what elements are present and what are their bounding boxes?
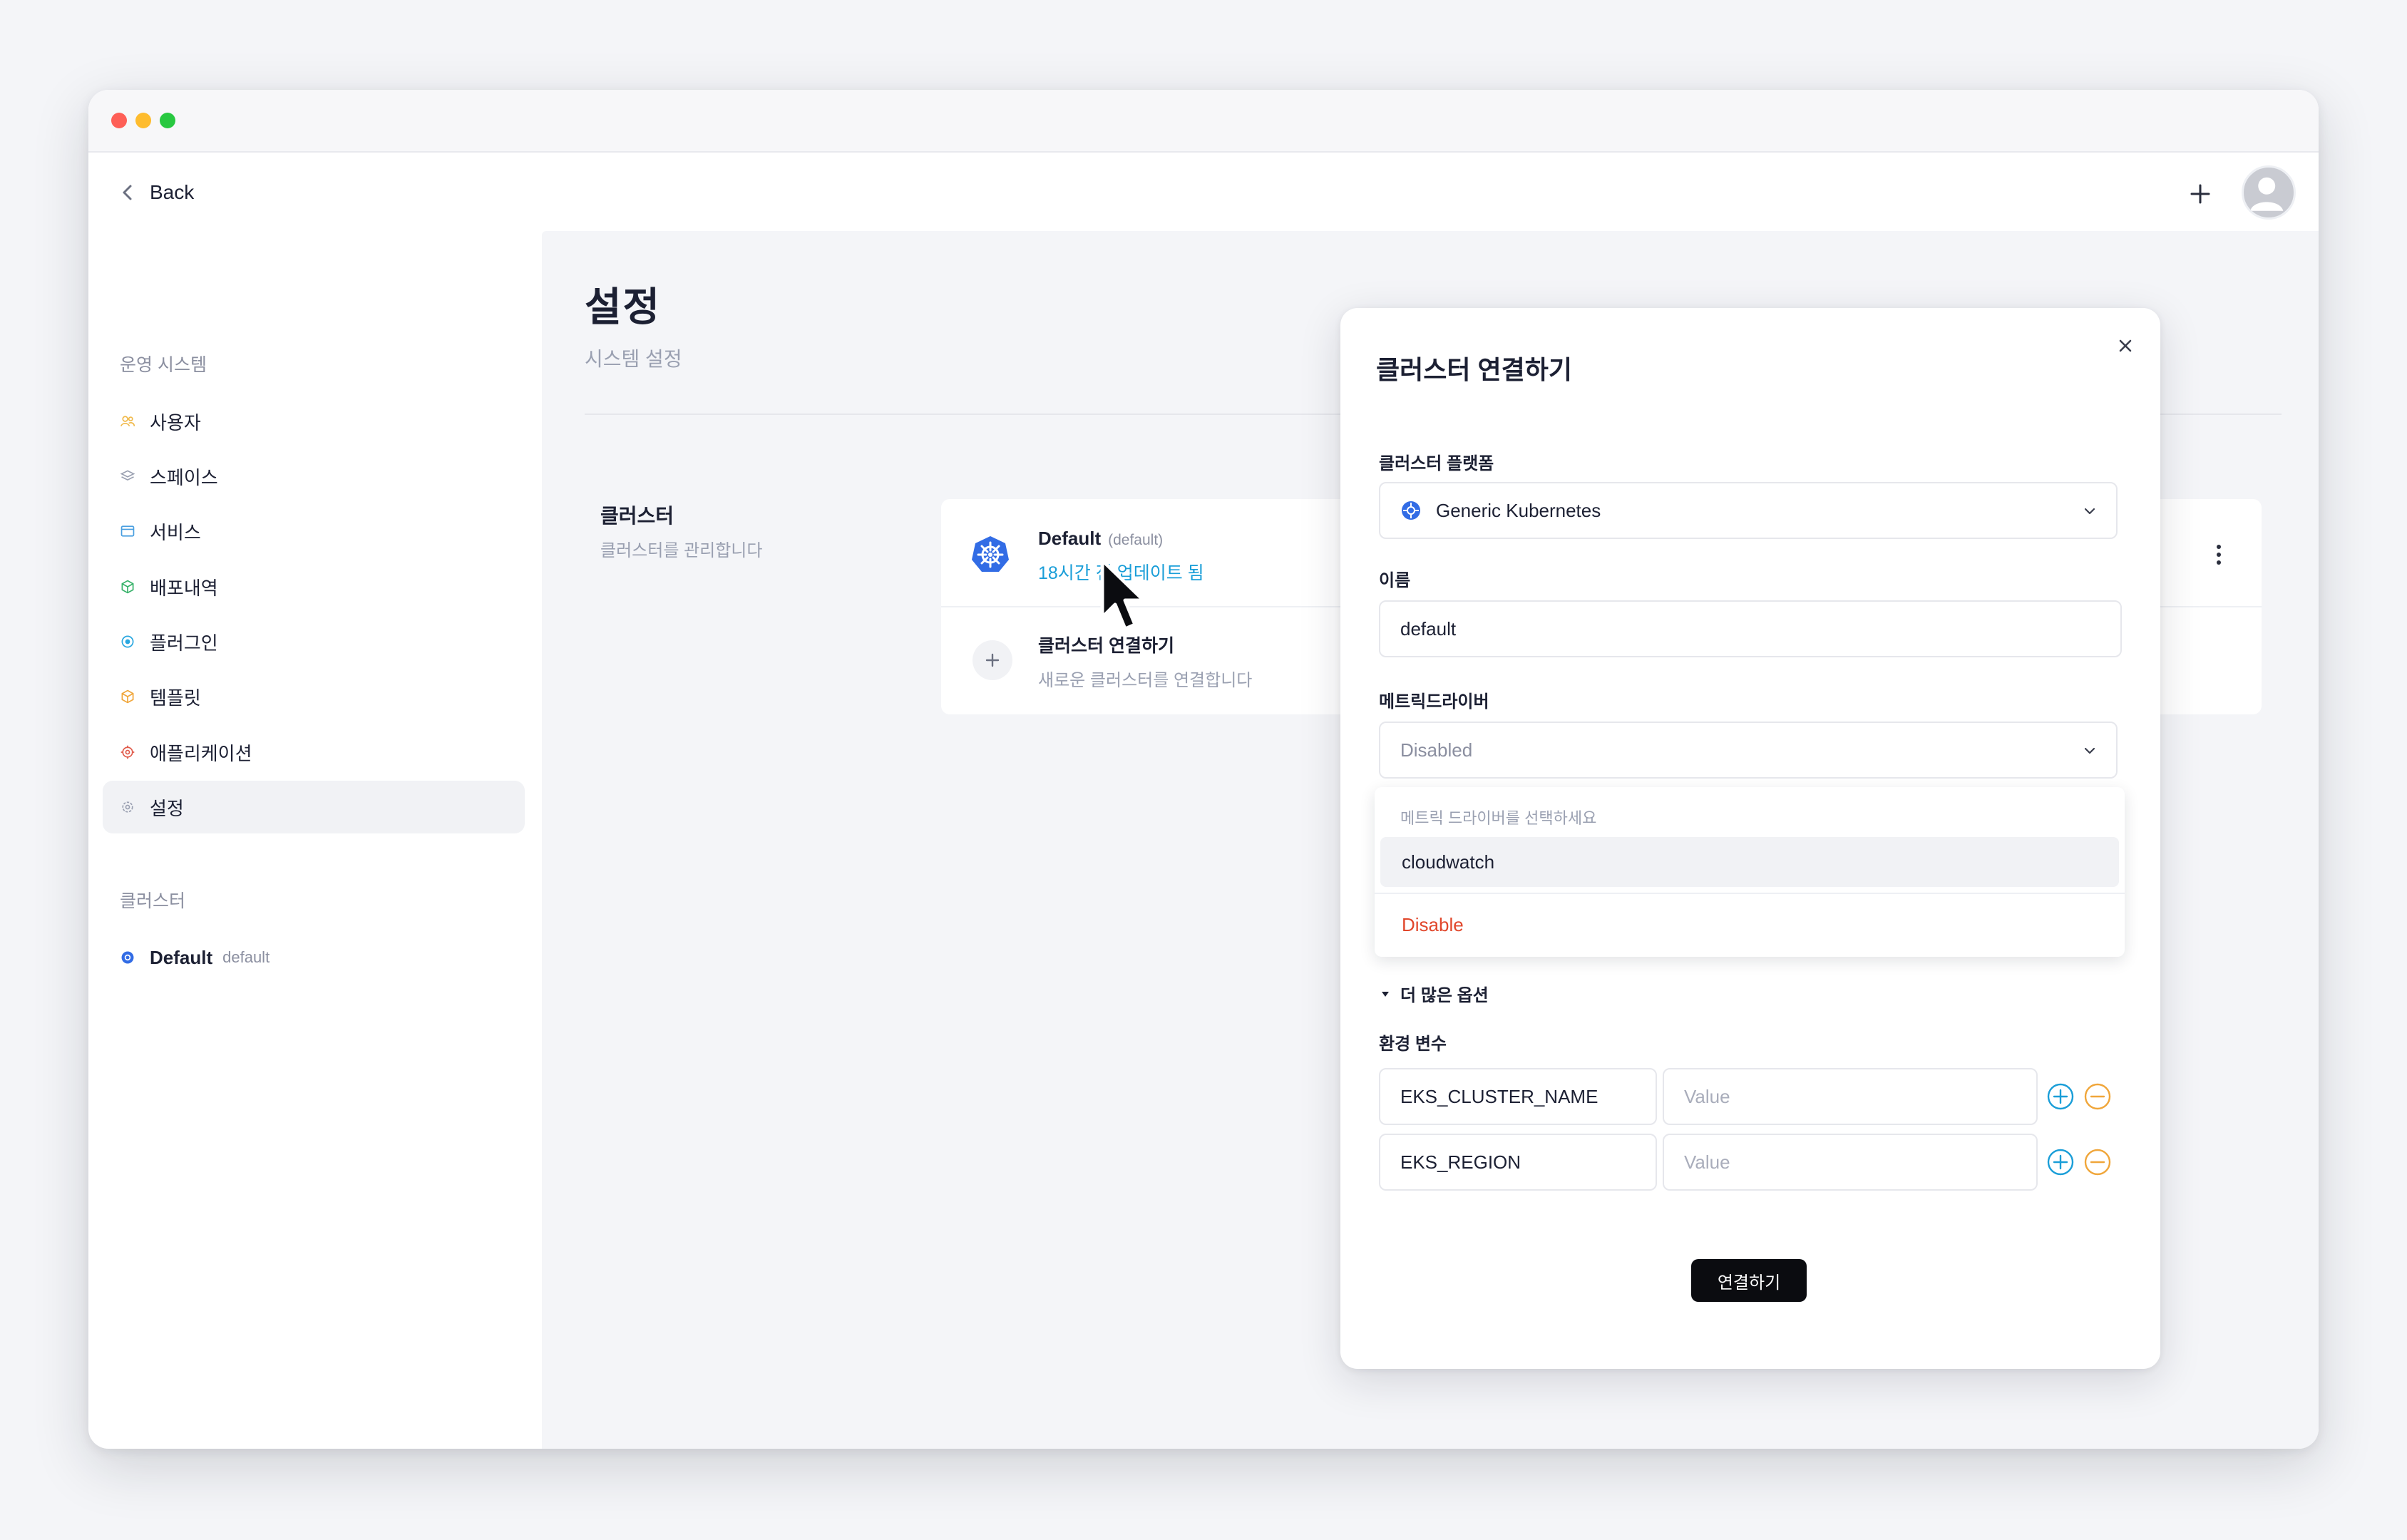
user-avatar-icon [2250, 177, 2284, 211]
sidebar-item-label: 템플릿 [150, 687, 201, 709]
dropdown-divider [1375, 893, 2125, 894]
users-icon [118, 412, 137, 431]
sidebar-item-label: Default [150, 946, 213, 968]
section-title: 클러스터 [600, 505, 674, 527]
minimize-window-button[interactable] [135, 113, 151, 128]
sidebar-item-label: 스페이스 [150, 466, 218, 488]
back-label: Back [150, 181, 195, 203]
window-icon [118, 522, 137, 540]
connect-cluster-modal: 클러스터 연결하기 클러스터 플랫폼 Generic Kubernetes 이름… [1340, 308, 2160, 1369]
name-label: 이름 [1379, 571, 1411, 590]
metric-driver-select[interactable]: Disabled [1379, 722, 2118, 779]
sidebar-section-system: 운영 시스템 [120, 355, 207, 375]
caret-down-icon [1382, 991, 1389, 997]
remove-circle-icon[interactable] [2083, 1148, 2112, 1176]
plus-icon [985, 653, 1000, 667]
connect-button[interactable]: 연결하기 [1691, 1259, 1807, 1302]
sidebar-item-sublabel: default [222, 948, 270, 966]
sidebar-item-cluster-default[interactable]: Default default [103, 931, 525, 984]
sidebar-item-services[interactable]: 서비스 [103, 505, 525, 558]
kubernetes-icon [118, 948, 137, 967]
sidebar-item-label: 서비스 [150, 521, 201, 543]
kubernetes-icon [1402, 501, 1420, 520]
sidebar-section-cluster: 클러스터 [120, 891, 186, 911]
env-key-field[interactable]: EKS_REGION [1379, 1134, 1657, 1191]
platform-value: Generic Kubernetes [1436, 499, 1601, 521]
sidebar-item-users[interactable]: 사용자 [103, 395, 525, 448]
sidebar-item-settings[interactable]: 설정 [103, 781, 525, 833]
cluster-name-text: Default [1038, 528, 1102, 549]
page-subtitle: 시스템 설정 [585, 348, 682, 370]
add-circle-icon[interactable] [2046, 1082, 2075, 1111]
avatar[interactable] [2242, 165, 2296, 220]
env-value-input[interactable] [1663, 1068, 2038, 1125]
more-options-toggle[interactable]: 더 많은 옵션 [1380, 981, 1489, 1006]
env-vars-label: 환경 변수 [1379, 1035, 1447, 1054]
name-value: default [1400, 617, 1457, 640]
more-options-label: 더 많은 옵션 [1400, 986, 1489, 1005]
chevron-down-icon [2084, 747, 2095, 754]
metric-driver-value: Disabled [1400, 739, 1473, 761]
layers-icon [118, 467, 137, 486]
modal-title: 클러스터 연결하기 [1376, 355, 1572, 384]
back-button[interactable]: Back [118, 181, 194, 204]
cluster-name: Default (default) [1038, 528, 1163, 550]
chevron-down-icon [2084, 508, 2095, 515]
metric-driver-label: 메트릭드라이버 [1379, 692, 1489, 712]
env-value-input[interactable] [1663, 1134, 2038, 1191]
dropdown-option-disable[interactable]: Disable [1380, 900, 2119, 950]
app-icon [118, 743, 137, 761]
platform-label: 클러스터 플랫폼 [1379, 454, 1494, 473]
gear-icon [118, 798, 137, 816]
mouse-cursor-icon [1100, 558, 1146, 631]
sidebar-item-label: 애플리케이션 [150, 742, 252, 764]
section-subtitle: 클러스터를 관리합니다 [600, 541, 763, 560]
top-bar: Back [88, 153, 2319, 231]
box-icon [118, 687, 137, 706]
remove-circle-icon[interactable] [2083, 1082, 2112, 1111]
sidebar-item-plugins[interactable]: 플러그인 [103, 615, 525, 668]
sidebar-item-spaces[interactable]: 스페이스 [103, 450, 525, 503]
close-icon[interactable] [2115, 335, 2136, 356]
sidebar-item-label: 플러그인 [150, 632, 218, 654]
sidebar-item-deployments[interactable]: 배포내역 [103, 560, 525, 613]
plugin-icon [118, 632, 137, 651]
sidebar-item-label: 설정 [150, 797, 184, 819]
name-input[interactable]: default [1379, 600, 2122, 657]
add-cluster-button[interactable] [972, 640, 1012, 680]
title-bar [88, 90, 2319, 153]
cluster-tag: (default) [1108, 532, 1164, 548]
close-window-button[interactable] [111, 113, 127, 128]
dropdown-option-cloudwatch[interactable]: cloudwatch [1380, 837, 2119, 887]
sidebar: 운영 시스템 사용자 스페이스 서비스 배포내역 플러그인 템플릿 애플리케이션 [88, 231, 542, 1449]
env-key-field[interactable]: EKS_CLUSTER_NAME [1379, 1068, 1657, 1125]
plus-icon[interactable] [2185, 178, 2216, 210]
chevron-left-icon [123, 185, 132, 200]
maximize-window-button[interactable] [160, 113, 175, 128]
sidebar-item-label: 사용자 [150, 411, 201, 433]
sidebar-item-label: 배포내역 [150, 577, 218, 599]
sidebar-item-applications[interactable]: 애플리케이션 [103, 726, 525, 779]
add-cluster-subtitle: 새로운 클러스터를 연결합니다 [1038, 671, 1253, 690]
kubernetes-icon [972, 536, 1009, 572]
platform-select[interactable]: Generic Kubernetes [1379, 482, 2118, 539]
add-circle-icon[interactable] [2046, 1148, 2075, 1176]
dropdown-header: 메트릭 드라이버를 선택하세요 [1400, 809, 1597, 827]
page-title: 설정 [585, 284, 662, 329]
more-vertical-icon[interactable] [2210, 542, 2227, 568]
metric-driver-dropdown: 메트릭 드라이버를 선택하세요 cloudwatch Disable [1375, 787, 2125, 957]
sidebar-item-templates[interactable]: 템플릿 [103, 670, 525, 723]
cube-icon [118, 578, 137, 596]
